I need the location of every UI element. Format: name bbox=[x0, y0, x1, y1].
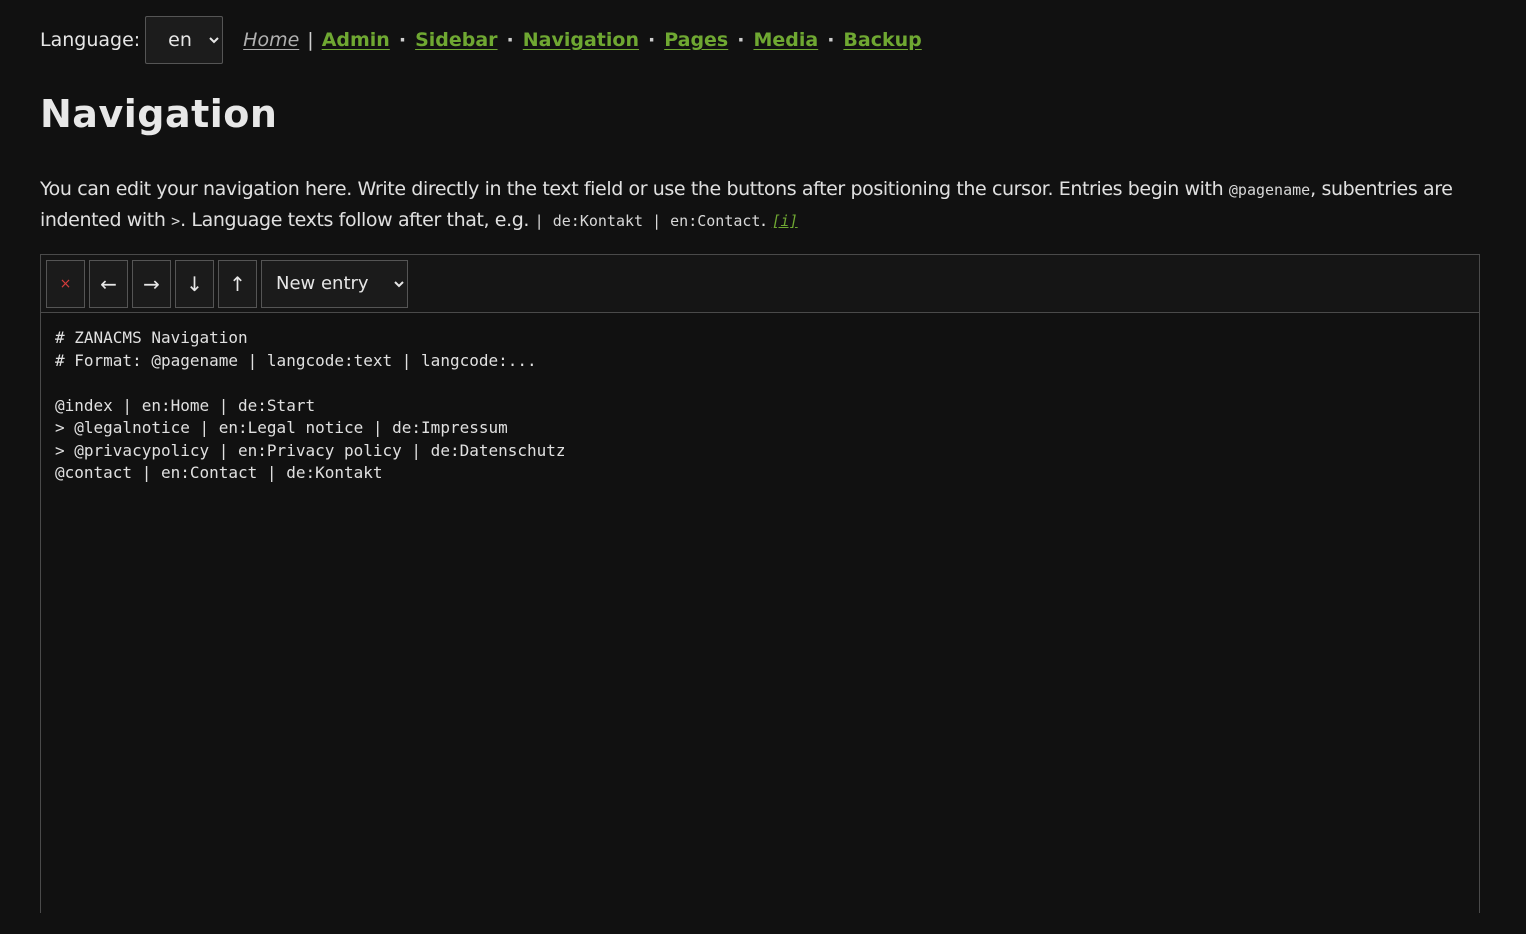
new-entry-select[interactable]: New entry bbox=[261, 259, 408, 308]
nav-link-navigation[interactable]: Navigation bbox=[523, 29, 639, 51]
intro-text-part: You can edit your navigation here. Write… bbox=[40, 178, 1229, 200]
delete-entry-button[interactable]: × bbox=[46, 259, 85, 308]
intro-text-part: . Language texts follow after that, e.g. bbox=[180, 209, 535, 231]
nav-separator: | bbox=[307, 29, 314, 51]
move-down-button[interactable]: ↓ bbox=[175, 259, 214, 308]
nav-dot: · bbox=[506, 29, 514, 51]
intro-code-example: | de:Kontakt | en:Contact bbox=[534, 212, 761, 230]
nav-link-backup[interactable]: Backup bbox=[843, 29, 921, 51]
language-label: Language: bbox=[40, 29, 141, 51]
nav-dot: · bbox=[398, 29, 407, 51]
indent-button[interactable]: → bbox=[132, 259, 171, 308]
intro-text-part: . bbox=[760, 209, 767, 231]
nav-link-home[interactable]: Home bbox=[243, 29, 299, 51]
nav-link-pages[interactable]: Pages bbox=[664, 29, 728, 51]
move-up-button[interactable]: ↑ bbox=[218, 259, 257, 308]
language-select[interactable]: en bbox=[145, 16, 224, 64]
intro-code-indent: > bbox=[171, 212, 181, 230]
top-bar: Language: en Home | Admin · Sidebar · Navigati… bbox=[40, 16, 922, 64]
outdent-button[interactable]: ← bbox=[89, 259, 128, 308]
navigation-textarea[interactable]: # ZANACMS Navigation # Format: @pagename… bbox=[41, 313, 1479, 913]
nav-dot: · bbox=[737, 29, 745, 51]
editor-toolbar: × ← → ↓ ↑ New entry bbox=[41, 255, 1479, 313]
nav-dot: · bbox=[647, 29, 656, 51]
page-title: Navigation bbox=[40, 92, 278, 136]
navigation-editor: × ← → ↓ ↑ New entry # ZANACMS Navigation… bbox=[40, 254, 1480, 913]
nav-link-sidebar[interactable]: Sidebar bbox=[415, 29, 497, 51]
nav-dot: · bbox=[827, 29, 835, 51]
nav-link-admin[interactable]: Admin bbox=[322, 29, 390, 51]
main-nav: Home | Admin · Sidebar · Navigation · Pages · Medi… bbox=[243, 29, 922, 51]
info-link[interactable]: [i] bbox=[772, 212, 798, 230]
intro-code-pagename: @pagename bbox=[1228, 181, 1311, 199]
nav-link-media[interactable]: Media bbox=[753, 29, 818, 51]
intro-text: You can edit your navigation here. Write… bbox=[40, 174, 1480, 236]
